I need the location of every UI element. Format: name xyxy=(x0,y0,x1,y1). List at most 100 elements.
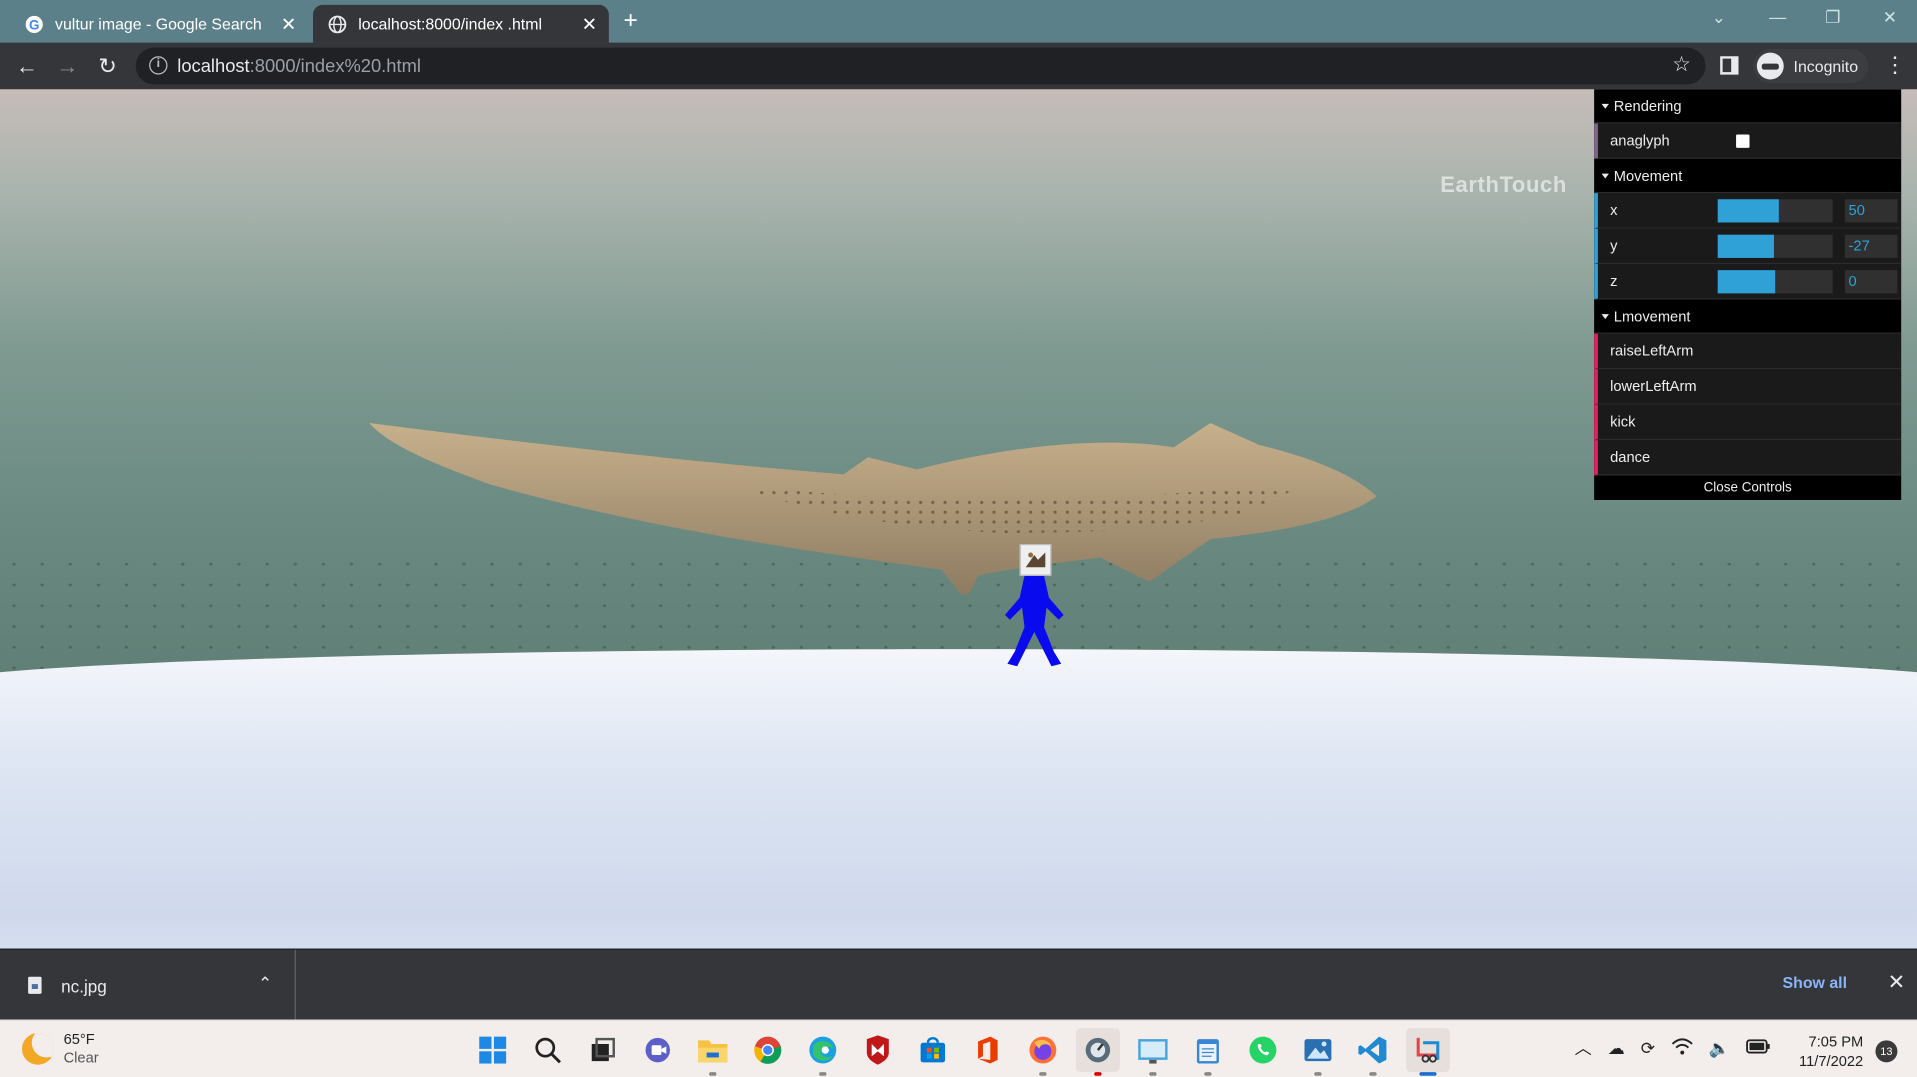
app-icon[interactable] xyxy=(1075,1028,1120,1076)
office-icon[interactable] xyxy=(966,1028,1010,1072)
control-x: x 50 xyxy=(1594,193,1902,229)
close-tab-icon[interactable]: ✕ xyxy=(276,13,300,35)
rdp-icon[interactable] xyxy=(1131,1028,1175,1076)
menu-kebab-icon[interactable]: ⋮ xyxy=(1884,53,1906,79)
sync-icon[interactable]: ⟳ xyxy=(1641,1037,1655,1058)
moon-icon xyxy=(22,1032,54,1065)
slider-fill xyxy=(1717,234,1775,258)
reload-icon[interactable]: ↻ xyxy=(92,51,124,80)
onedrive-icon[interactable]: ☁ xyxy=(1608,1037,1625,1058)
minimize-icon[interactable]: — xyxy=(1769,7,1786,27)
close-window-icon[interactable]: ✕ xyxy=(1883,7,1897,28)
tab-google-search[interactable]: G vultur image - Google Search ✕ xyxy=(10,5,308,43)
z-slider[interactable] xyxy=(1717,270,1833,294)
y-value-input[interactable]: -27 xyxy=(1844,234,1898,258)
edge-icon[interactable] xyxy=(801,1028,845,1076)
folder-movement[interactable]: Movement xyxy=(1594,158,1902,194)
dance-button[interactable]: dance xyxy=(1594,440,1902,476)
search-icon[interactable] xyxy=(526,1028,570,1072)
system-tray: ︿ ☁ ⟳ 🔈 xyxy=(1575,1035,1787,1059)
control-label: anaglyph xyxy=(1610,132,1670,150)
clock-time: 7:05 PM xyxy=(1808,1032,1864,1051)
browser-toolbar: ← → ↻ i localhost:8000/index%20.html ☆ I… xyxy=(0,42,1917,90)
firefox-icon[interactable] xyxy=(1021,1028,1065,1076)
teams-chat-icon[interactable] xyxy=(636,1028,680,1072)
url-text[interactable]: localhost:8000/index%20.html xyxy=(177,56,421,77)
snipping-tool-icon[interactable] xyxy=(1405,1028,1450,1076)
taskbar-clock[interactable]: 7:05 PM 11/7/2022 xyxy=(1790,1032,1863,1071)
chrome-icon[interactable] xyxy=(746,1028,790,1072)
close-controls-button[interactable]: Close Controls xyxy=(1594,475,1902,500)
x-value-input[interactable]: 50 xyxy=(1844,199,1898,223)
notepad-icon[interactable] xyxy=(1186,1028,1230,1076)
incognito-icon xyxy=(1756,52,1784,80)
anaglyph-checkbox[interactable] xyxy=(1736,134,1750,148)
close-tab-icon[interactable]: ✕ xyxy=(577,13,601,35)
weather-widget[interactable]: 65°F Clear xyxy=(22,1031,99,1068)
show-all-downloads-button[interactable]: Show all xyxy=(1783,973,1847,991)
slider-fill xyxy=(1717,199,1779,223)
webgl-canvas[interactable]: EarthTouch Rendering anaglyph Movement x… xyxy=(0,89,1917,949)
download-item[interactable]: nc.jpg ⌃ xyxy=(0,949,296,1021)
y-slider[interactable] xyxy=(1717,234,1833,258)
notification-badge[interactable]: 13 xyxy=(1875,1040,1898,1063)
clock-date: 11/7/2022 xyxy=(1799,1052,1864,1070)
folder-lmovement[interactable]: Lmovement xyxy=(1594,299,1902,334)
stick-figure xyxy=(1004,575,1064,667)
side-panel-icon[interactable] xyxy=(1720,56,1739,75)
figure-head-image xyxy=(1019,543,1052,576)
close-download-shelf-icon[interactable]: ✕ xyxy=(1888,971,1905,995)
site-info-icon[interactable]: i xyxy=(149,56,168,75)
dat-gui-panel: Rendering anaglyph Movement x 50 y -27 z… xyxy=(1594,89,1902,500)
incognito-profile-button[interactable]: Incognito xyxy=(1753,48,1869,84)
x-slider[interactable] xyxy=(1717,199,1833,223)
google-icon: G xyxy=(24,14,44,34)
file-explorer-icon[interactable] xyxy=(691,1028,735,1076)
lower-left-arm-button[interactable]: lowerLeftArm xyxy=(1594,369,1902,405)
folder-rendering[interactable]: Rendering xyxy=(1594,89,1902,124)
tab-title: vultur image - Google Search xyxy=(55,14,262,34)
restore-icon[interactable]: ❐ xyxy=(1825,7,1840,28)
image-file-icon xyxy=(28,976,42,994)
wifi-icon[interactable] xyxy=(1671,1037,1693,1058)
control-y: y -27 xyxy=(1594,228,1902,265)
mcafee-icon[interactable] xyxy=(856,1028,900,1072)
forward-icon[interactable]: → xyxy=(51,51,83,80)
bookmark-star-icon[interactable]: ☆ xyxy=(1672,53,1691,77)
address-bar[interactable]: i localhost:8000/index%20.html ☆ xyxy=(135,47,1706,85)
tab-title: localhost:8000/index .html xyxy=(358,14,542,34)
whatsapp-icon[interactable] xyxy=(1241,1028,1285,1072)
new-tab-button[interactable]: + xyxy=(624,7,638,35)
tab-search-icon[interactable]: ⌄ xyxy=(1712,7,1726,28)
kick-button[interactable]: kick xyxy=(1594,404,1902,441)
svg-text:G: G xyxy=(29,17,39,32)
chevron-up-icon[interactable]: ⌃ xyxy=(258,973,272,994)
windows-start-icon[interactable] xyxy=(471,1028,515,1072)
volume-icon[interactable]: 🔈 xyxy=(1709,1037,1730,1058)
vscode-icon[interactable] xyxy=(1351,1028,1395,1076)
control-anaglyph: anaglyph xyxy=(1594,123,1902,159)
task-view-icon[interactable] xyxy=(581,1028,625,1072)
globe-icon xyxy=(328,14,348,34)
photos-icon[interactable] xyxy=(1296,1028,1340,1076)
slider-fill xyxy=(1717,270,1776,294)
control-label: x xyxy=(1610,201,1618,219)
z-value-input[interactable]: 0 xyxy=(1844,270,1898,294)
battery-icon[interactable] xyxy=(1746,1038,1770,1058)
download-shelf: nc.jpg ⌃ Show all ✕ xyxy=(0,948,1917,1021)
raise-left-arm-button[interactable]: raiseLeftArm xyxy=(1594,333,1902,370)
ground-plane xyxy=(0,649,1917,949)
windows-taskbar: 65°F Clear ︿ ☁ ⟳ 🔈 7:05 PM 11/7/2022 13 xyxy=(0,1019,1917,1077)
chevron-up-icon[interactable]: ︿ xyxy=(1575,1035,1592,1059)
weather-condition: Clear xyxy=(63,1048,99,1066)
tab-localhost[interactable]: localhost:8000/index .html ✕ xyxy=(312,4,609,43)
earthtouch-watermark: EarthTouch xyxy=(1440,172,1567,197)
weather-temp: 65°F xyxy=(63,1030,95,1048)
profile-label: Incognito xyxy=(1793,56,1859,76)
control-z: z 0 xyxy=(1594,264,1902,300)
control-label: z xyxy=(1610,272,1618,290)
download-filename: nc.jpg xyxy=(61,976,107,997)
microsoft-store-icon[interactable] xyxy=(911,1028,955,1072)
back-icon[interactable]: ← xyxy=(11,51,43,80)
shark-image xyxy=(369,422,1377,595)
